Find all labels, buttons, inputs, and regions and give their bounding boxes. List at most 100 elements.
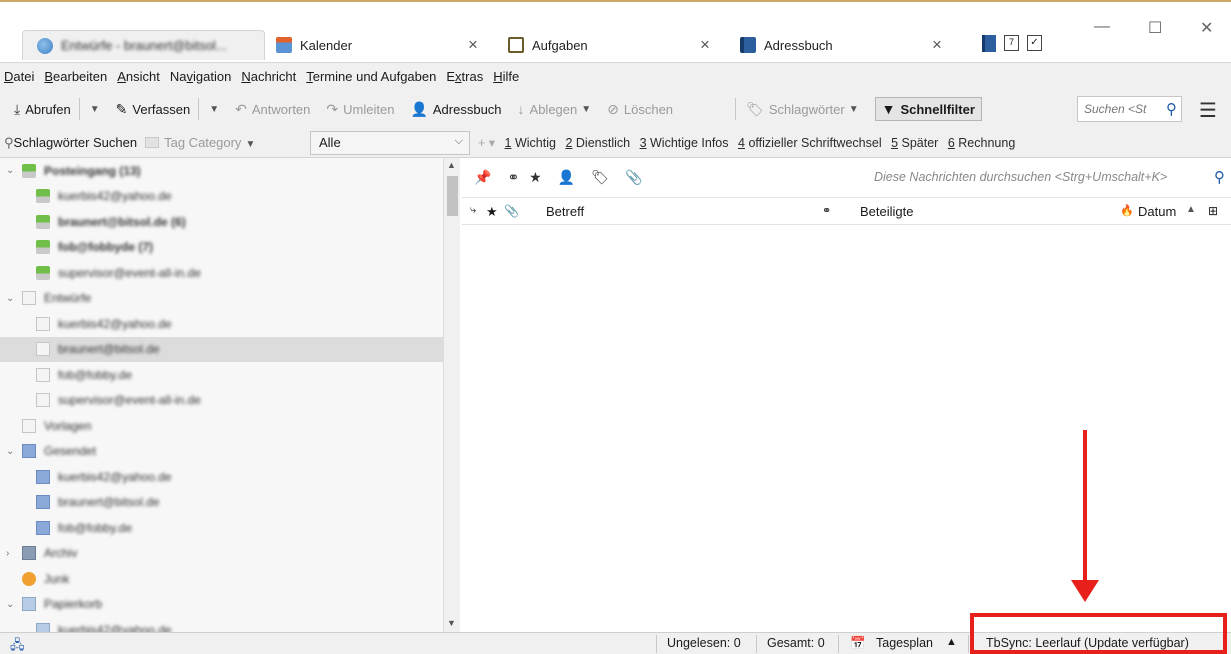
unread-icon[interactable]: ⚭ [507,169,519,186]
folder-item[interactable]: Vorlagen [0,413,443,439]
tagesplan-toggle[interactable]: Tagesplan [876,636,933,650]
menu-hilfe[interactable]: Hilfe [493,69,519,84]
ablegen-button[interactable]: ↓ Ablegen ▼ [518,101,592,117]
menu-extras[interactable]: Extras [446,69,483,84]
search-icon[interactable]: ⚲ [1166,100,1177,118]
folder-item[interactable]: fob@fobby.de [0,515,443,541]
folder-item[interactable]: ⌄ Gesendet [0,439,443,465]
chevron-down-icon: ▼ [581,103,592,115]
schnellfilter-button[interactable]: ▼ Schnellfilter [874,97,982,121]
verfassen-button[interactable]: ✎ Verfassen ▼ [116,98,219,120]
chevron-up-icon[interactable]: ▲ [946,636,957,648]
star-column-icon[interactable]: ★ [486,204,498,220]
message-list[interactable] [462,226,1231,632]
scrollbar-thumb[interactable] [447,176,458,216]
umleiten-button[interactable]: ↷ Umleiten [326,101,394,118]
folder-item[interactable]: fob@fobbyde (7) [0,235,443,261]
tab-mail[interactable]: Entwürfe - braunert@bitsol... [22,30,265,60]
minimize-button[interactable]: — [1094,18,1110,36]
schlagwoerter-suchen-button[interactable]: ⚲Schlagwörter Suchen [4,135,137,151]
menu-bearbeiten[interactable]: Bearbeiten [44,69,107,84]
folder-item[interactable]: braunert@bitsol.de [0,490,443,516]
chevron-down-icon: ▼ [245,139,256,150]
add-tag-icon[interactable]: + ▾ [478,136,495,150]
attachment-column-icon[interactable]: 📎 [504,204,519,218]
datum-column[interactable]: Datum [1138,204,1176,219]
folder-item[interactable]: kuerbis42@yahoo.de [0,617,443,632]
search-icon[interactable]: ⚲ [1214,168,1225,186]
attachment-icon[interactable]: 📎 [625,169,642,186]
folder-item[interactable]: kuerbis42@yahoo.de [0,311,443,337]
tag-1-num: 1 [504,136,512,150]
total-count: Gesamt: 0 [767,636,825,650]
tag-6[interactable]: 6 Rechnung [948,136,1015,150]
adressbuch-button[interactable]: 👤 Adressbuch [410,101,501,118]
menu-ansicht[interactable]: Ansicht [117,69,160,84]
folder-item[interactable]: supervisor@event-all-in.de [0,388,443,414]
message-search-input[interactable]: Diese Nachrichten durchsuchen <Strg+Umsc… [874,164,1231,190]
close-icon[interactable]: × [700,35,710,55]
maximize-button[interactable]: ☐ [1148,18,1162,38]
folder-item[interactable]: › Archiv [0,541,443,567]
pin-icon[interactable]: 📌 [474,169,491,186]
junk-column-icon[interactable]: 🔥 [1120,204,1134,217]
addressbook-icon[interactable] [982,35,996,52]
folder-item[interactable]: ⌄ Posteingang (13) [0,158,443,184]
chevron-down-icon[interactable]: ⌄ [6,165,14,176]
close-icon[interactable]: × [468,35,478,55]
close-icon[interactable]: × [932,35,942,55]
chevron-down-icon[interactable]: ⌄ [6,293,14,304]
abrufen-button[interactable]: ⤓ Abrufen ▼ [14,98,100,120]
read-column-icon[interactable]: ⚭ [822,204,831,217]
close-window-button[interactable]: ✕ [1200,18,1213,38]
betreff-column[interactable]: Betreff [546,204,584,219]
menu-datei[interactable]: Datei [4,69,34,84]
beteiligte-column[interactable]: Beteiligte [860,204,913,219]
tab-aufgaben[interactable]: Aufgaben × [508,30,728,60]
folder-scrollbar[interactable]: ▲ ▼ [443,158,460,632]
star-icon[interactable]: ★ [529,169,542,186]
tag-1[interactable]: 1 Wichtig [505,136,556,150]
global-search-input[interactable]: Suchen <St ⚲ [1077,96,1182,122]
folder-item[interactable]: fob@fobby.de [0,362,443,388]
tag-4[interactable]: 4 offizieller Schriftwechsel [738,136,882,150]
folder-item[interactable]: braunert@bitsol.de (6) [0,209,443,235]
chevron-right-icon[interactable]: › [6,548,9,559]
chevron-down-icon[interactable]: ▼ [90,104,100,115]
tag-category-dropdown[interactable]: Tag Category ▼ [145,135,255,150]
tasks-icon[interactable]: ✓ [1027,35,1042,51]
app-menu-icon[interactable]: ☰ [1199,98,1217,123]
folder-item[interactable]: ⌄ Papierkorb [0,592,443,618]
menu-nachricht[interactable]: Nachricht [241,69,296,84]
tag-3[interactable]: 3 Wichtige Infos [640,136,729,150]
scroll-down-icon[interactable]: ▼ [447,618,456,628]
folder-item[interactable]: braunert@bitsol.de [0,336,443,362]
contact-icon[interactable]: 👤 [558,169,575,186]
alle-value: Alle [319,135,341,150]
tag-2[interactable]: 2 Dienstlich [565,136,630,150]
online-status-icon[interactable]: 🖧 [10,636,25,654]
scroll-up-icon[interactable]: ▲ [447,160,456,170]
folder-item[interactable]: supervisor@event-all-in.de [0,260,443,286]
loeschen-button[interactable]: ⊘ Löschen [607,101,673,118]
chevron-down-icon[interactable]: ⌄ [6,599,14,610]
thread-column-icon[interactable]: ⤷ [470,204,476,217]
folder-item[interactable]: ⌄ Entwürfe [0,286,443,312]
menu-termine[interactable]: Termine und Aufgaben [306,69,436,84]
alle-select[interactable]: Alle ⌵ [310,131,470,155]
antworten-button[interactable]: ↶ Antworten [235,101,310,118]
column-picker-icon[interactable]: ⊞ [1208,204,1218,218]
calendar-icon[interactable]: 7 [1004,35,1019,51]
folder-item[interactable]: kuerbis42@yahoo.de [0,464,443,490]
schlagwoerter-button[interactable]: 🏷 Schlagwörter ▼ [746,101,859,118]
folder-item[interactable]: kuerbis42@yahoo.de [0,184,443,210]
umleiten-label: Umleiten [343,101,395,117]
tab-kalender[interactable]: Kalender × [276,30,494,60]
chevron-down-icon[interactable]: ▼ [209,104,219,115]
tab-adressbuch[interactable]: Adressbuch × [740,30,958,60]
menu-navigation[interactable]: Navigation [170,69,231,84]
folder-item[interactable]: Junk [0,566,443,592]
chevron-down-icon[interactable]: ⌄ [6,446,14,457]
tag-icon[interactable]: 🏷 [591,169,609,186]
tag-5[interactable]: 5 Später [891,136,938,150]
